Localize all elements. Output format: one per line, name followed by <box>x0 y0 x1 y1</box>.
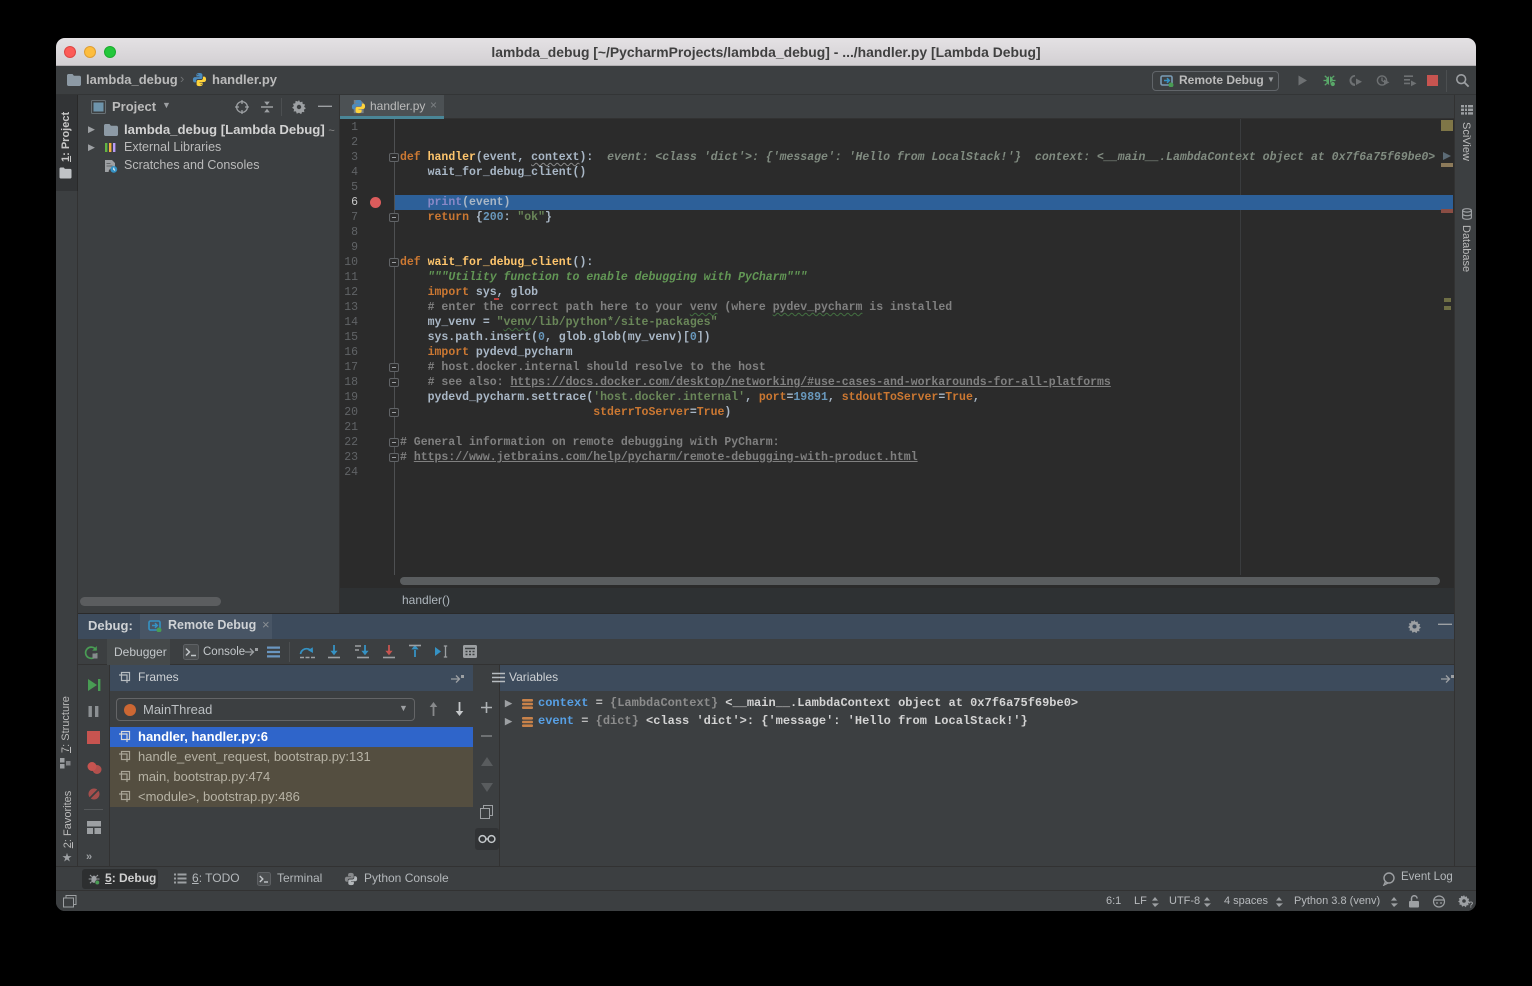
svg-text:?: ? <box>1469 901 1474 909</box>
